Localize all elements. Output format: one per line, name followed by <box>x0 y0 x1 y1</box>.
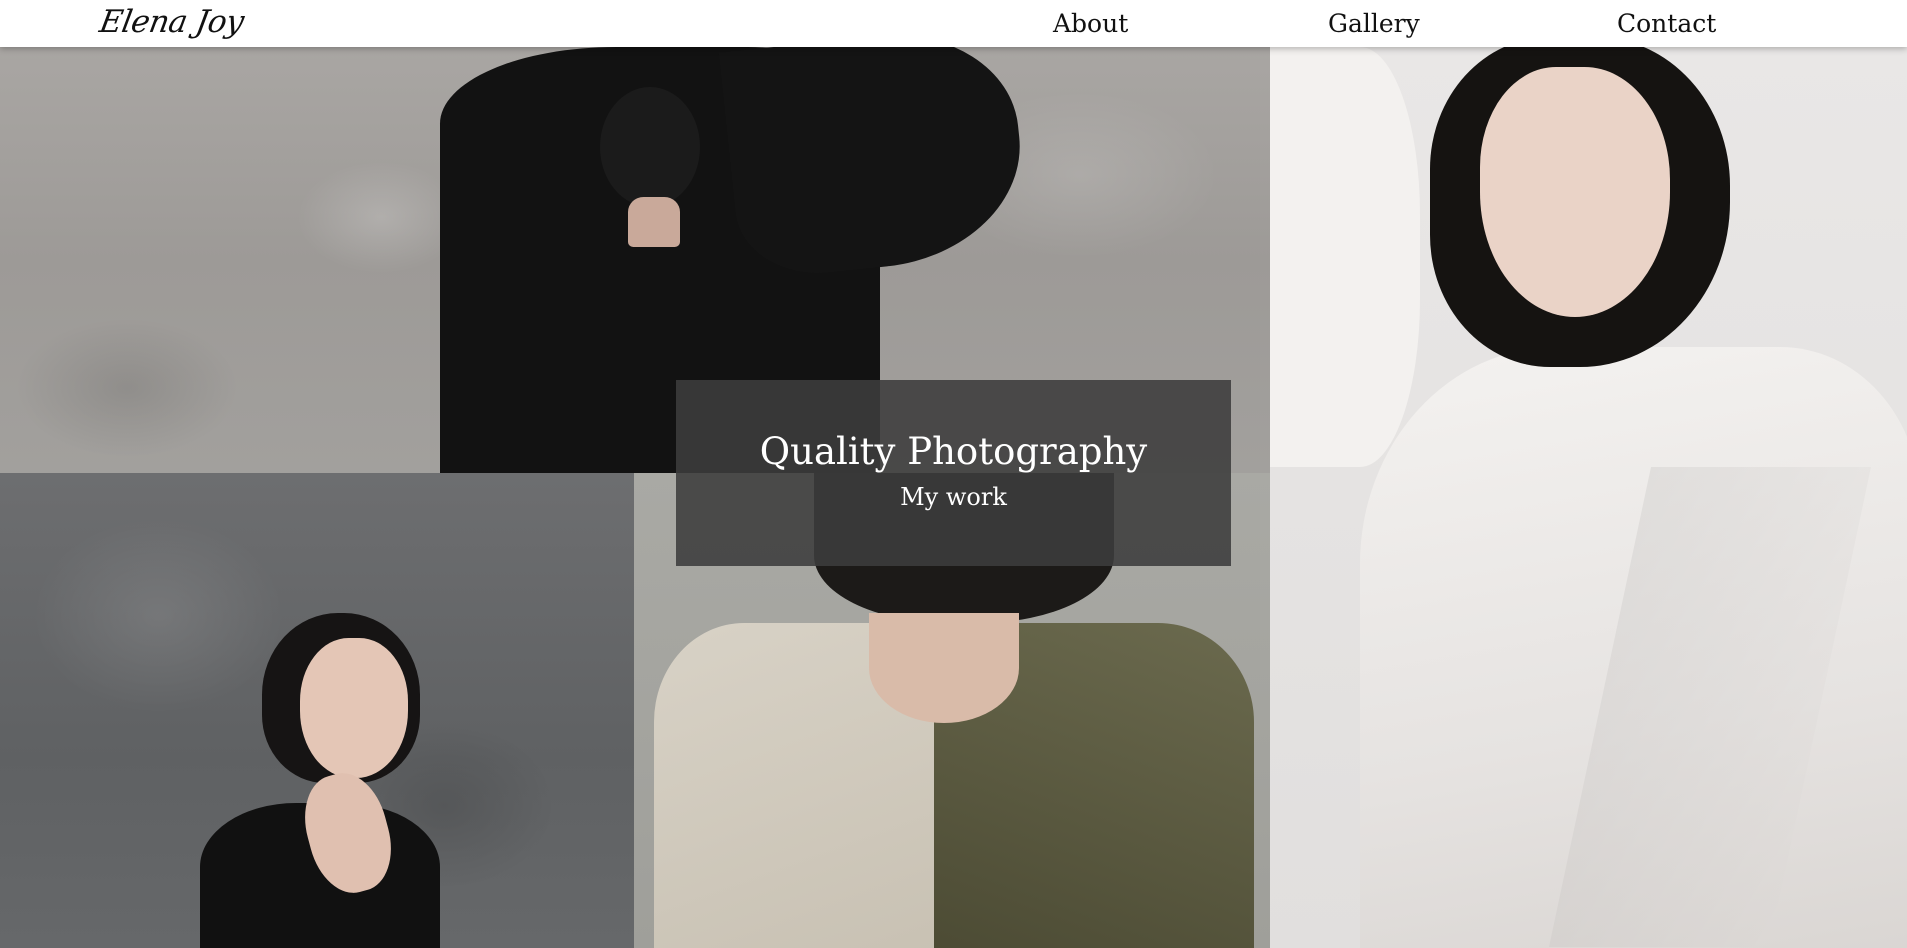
hero-caption-box: Quality Photography My work <box>676 380 1231 566</box>
hero-subtitle: My work <box>900 483 1007 511</box>
photo-subject-arm <box>1270 47 1420 467</box>
gallery-photo-white-outfit[interactable] <box>1270 47 1907 948</box>
nav-link-contact[interactable]: Contact <box>1617 7 1716 41</box>
photo-subject-neck <box>628 197 680 247</box>
nav-link-gallery[interactable]: Gallery <box>1328 7 1420 41</box>
photo-subject-arm <box>718 47 1032 282</box>
site-logo[interactable]: Elena Joy <box>96 2 247 42</box>
hero-title: Quality Photography <box>759 430 1148 473</box>
nav-link-about[interactable]: About <box>1053 7 1128 41</box>
photo-subject-head <box>600 87 700 207</box>
photo-subject-face <box>1480 67 1670 317</box>
gallery-photo-hand-on-neck[interactable] <box>0 473 634 948</box>
photo-subject-face <box>300 638 408 778</box>
top-navigation-bar: Elena Joy About Gallery Contact <box>0 0 1907 47</box>
photo-subject-neck <box>869 613 1019 723</box>
